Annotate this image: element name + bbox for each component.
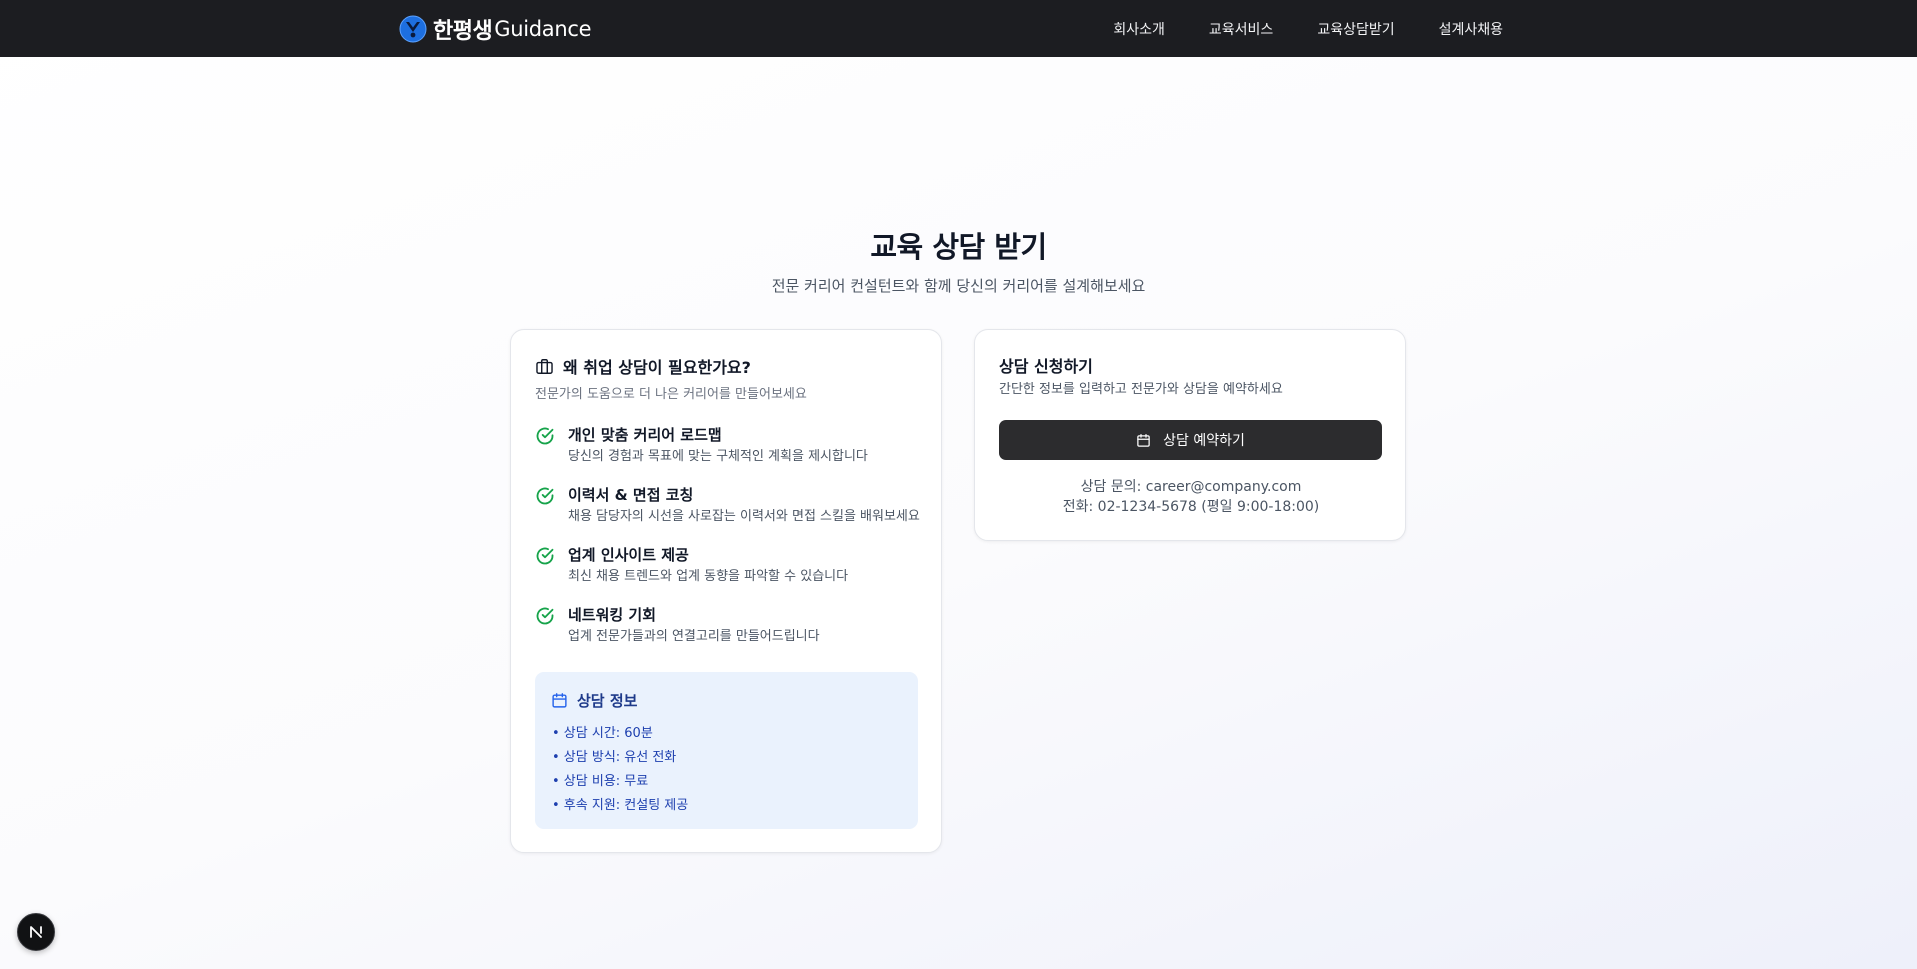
- calendar-icon: [1137, 433, 1150, 447]
- check-circle-icon: [536, 607, 554, 625]
- apply-card-title: 상담 신청하기: [999, 357, 1093, 376]
- feature-item: 네트워킹 기회 업계 전문가들과의 연결고리를 만들어드립니다: [535, 605, 820, 646]
- info-list: • 상담 시간: 60분 • 상담 방식: 유선 전화 • 상담 비용: 무료 …: [552, 722, 688, 818]
- brand-logo-link[interactable]: 한평생 Guidance: [399, 13, 592, 45]
- book-button-label: 상담 예약하기: [1163, 433, 1245, 449]
- apply-card-description: 간단한 정보를 입력하고 전문가와 상담을 예약하세요: [999, 382, 1283, 397]
- top-nav-bar: 한평생 Guidance 회사소개 교육서비스 교육상담받기 설계사채용: [0, 0, 1917, 57]
- check-circle-icon: [536, 427, 554, 445]
- feature-title: 네트워킹 기회: [568, 606, 657, 624]
- why-card-description: 전문가의 도움으로 더 나은 커리어를 만들어보세요: [535, 387, 807, 402]
- info-box-title: 상담 정보: [577, 692, 638, 710]
- nav-item-company[interactable]: 회사소개: [1113, 19, 1165, 39]
- feature-description: 채용 담당자의 시선을 사로잡는 이력서와 면접 스킬을 배워보세요: [568, 509, 920, 524]
- info-item-cost: • 상담 비용: 무료: [552, 774, 649, 789]
- feature-description: 당신의 경험과 목표에 맞는 구체적인 계획을 제시합니다: [568, 449, 868, 464]
- feature-title: 개인 맞춤 커리어 로드맵: [568, 426, 722, 444]
- n-logo-icon: [30, 926, 42, 938]
- feature-item: 이력서 & 면접 코칭 채용 담당자의 시선을 사로잡는 이력서와 면접 스킬을…: [535, 485, 920, 526]
- feature-title: 이력서 & 면접 코칭: [568, 486, 694, 504]
- floating-n-badge-button[interactable]: [17, 913, 55, 951]
- brand-name-korean: 한평생: [433, 19, 493, 44]
- nav-item-recruitment[interactable]: 설계사채용: [1439, 19, 1503, 39]
- contact-phone: 전화: 02-1234-5678 (평일 9:00-18:00): [1062, 499, 1320, 515]
- info-item-method: • 상담 방식: 유선 전화: [552, 750, 677, 765]
- consultation-info-box: 상담 정보 • 상담 시간: 60분 • 상담 방식: 유선 전화 • 상담 비…: [535, 672, 918, 829]
- nav-item-education-services[interactable]: 교육서비스: [1209, 19, 1273, 39]
- brand-logo-icon: [399, 15, 427, 43]
- check-circle-icon: [536, 487, 554, 505]
- why-consultation-card: 왜 취업 상담이 필요한가요? 전문가의 도움으로 더 나은 커리어를 만들어보…: [510, 329, 942, 853]
- page-title: 교육 상담 받기: [870, 230, 1047, 264]
- check-circle-icon: [536, 547, 554, 565]
- info-item-followup: • 후속 지원: 컨설팅 제공: [552, 798, 689, 813]
- page-subtitle: 전문 커리어 컨설턴트와 함께 당신의 커리어를 설계해보세요: [771, 277, 1146, 295]
- why-card-title: 왜 취업 상담이 필요한가요?: [563, 358, 751, 377]
- feature-description: 최신 채용 트렌드와 업계 동향을 파악할 수 있습니다: [568, 569, 849, 584]
- why-card-header: 왜 취업 상담이 필요한가요?: [535, 354, 751, 378]
- feature-item: 업계 인사이트 제공 최신 채용 트렌드와 업계 동향을 파악할 수 있습니다: [535, 545, 848, 586]
- main-nav: 회사소개 교육서비스 교육상담받기 설계사채용: [1113, 0, 1503, 57]
- calendar-icon: [552, 693, 567, 708]
- apply-consultation-card: 상담 신청하기 간단한 정보를 입력하고 전문가와 상담을 예약하세요 상담 예…: [974, 329, 1406, 541]
- contact-info: 상담 문의: career@company.com 전화: 02-1234-56…: [975, 477, 1407, 517]
- nav-item-consultation[interactable]: 교육상담받기: [1317, 19, 1394, 39]
- feature-title: 업계 인사이트 제공: [568, 546, 689, 564]
- book-consultation-button[interactable]: 상담 예약하기: [999, 420, 1382, 460]
- feature-item: 개인 맞춤 커리어 로드맵 당신의 경험과 목표에 맞는 구체적인 계획을 제시…: [535, 425, 868, 466]
- info-box-header: 상담 정보: [551, 690, 637, 711]
- feature-description: 업계 전문가들과의 연결고리를 만들어드립니다: [568, 629, 820, 644]
- briefcase-icon: [536, 358, 553, 374]
- brand-name-english: Guidance: [494, 17, 592, 41]
- contact-email: 상담 문의: career@company.com: [1080, 479, 1302, 495]
- info-item-duration: • 상담 시간: 60분: [552, 726, 653, 741]
